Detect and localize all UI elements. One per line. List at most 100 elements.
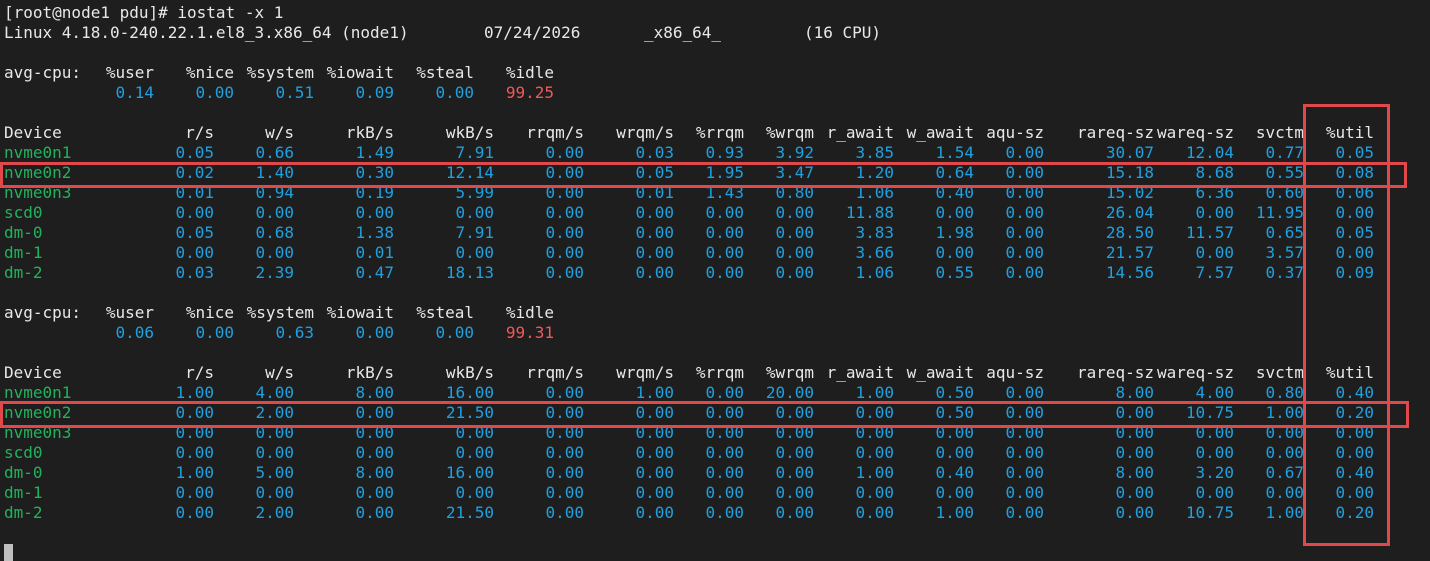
metric-value: 0.80 — [1265, 383, 1304, 402]
metric-value: 1.00 — [855, 463, 894, 482]
metric-value: 0.00 — [1005, 243, 1044, 262]
metric-value: 0.00 — [1005, 183, 1044, 202]
metric-value: 0.00 — [545, 443, 584, 462]
metric-value: 0.00 — [635, 443, 674, 462]
metric-value: 1.00 — [935, 503, 974, 522]
metric-value: 0.01 — [635, 183, 674, 202]
metric-value: 0.68 — [255, 223, 294, 242]
metric-value: 0.00 — [635, 463, 674, 482]
metric-value: 0.00 — [1195, 483, 1234, 502]
metric-value: 0.05 — [635, 163, 674, 182]
device-row: nvme0n2 0.00 2.00 0.00 21.50 0.00 0.00 0.00 0.00… — [4, 403, 1430, 423]
metric-value: 0.00 — [775, 483, 814, 502]
metric-value: 6.36 — [1195, 183, 1234, 202]
cpu-header-row: avg-cpu: %user %nice %system %iowait %steal %i… — [4, 63, 1430, 83]
metric-col-header: rkB/s — [345, 363, 394, 382]
cpu-nice-value: 0.00 — [195, 83, 234, 102]
metric-value: 11.95 — [1255, 203, 1304, 222]
metric-value: 0.00 — [635, 423, 674, 442]
metric-value: 18.13 — [445, 263, 494, 282]
cpu-steal-value: 0.00 — [435, 83, 474, 102]
metric-value: 7.57 — [1195, 263, 1234, 282]
metric-value: 0.00 — [1195, 243, 1234, 262]
cpu-col-header: %idle — [505, 303, 554, 322]
metric-value: 4.00 — [1195, 383, 1234, 402]
metric-col-header: wkB/s — [445, 363, 494, 382]
metric-col-header: w/s — [265, 363, 294, 382]
cpu-values-row: 0.06 0.00 0.63 0.00 0.00 99.31 — [4, 323, 1430, 343]
device-header-row: Device r/s w/s rkB/s wkB/s rrqm/s wrqm/s %rrqm%… — [4, 123, 1430, 143]
metric-value: 0.00 — [705, 423, 744, 442]
metric-col-header: r/s — [185, 123, 214, 142]
metric-value: 30.07 — [1105, 143, 1154, 162]
device-name: dm-1 — [4, 483, 43, 502]
metric-value: 0.40 — [1335, 383, 1374, 402]
metric-value: 0.40 — [1335, 463, 1374, 482]
metric-value: 0.00 — [775, 243, 814, 262]
metric-value: 0.00 — [1115, 503, 1154, 522]
metric-value: 0.05 — [175, 223, 214, 242]
metric-value: 3.57 — [1265, 243, 1304, 262]
metric-value: 0.00 — [1005, 503, 1044, 522]
metric-value: 3.66 — [855, 243, 894, 262]
metric-value: 8.00 — [1115, 383, 1154, 402]
cpu-user-value: 0.14 — [115, 83, 154, 102]
metric-value: 1.00 — [175, 383, 214, 402]
terminal[interactable]: [root@node1 pdu]# iostat -x 1 Linux 4.18… — [4, 3, 1430, 523]
device-col-header: Device — [4, 363, 62, 382]
metric-value: 0.00 — [935, 243, 974, 262]
metric-value: 0.00 — [1335, 423, 1374, 442]
metric-value: 0.06 — [1335, 183, 1374, 202]
metric-value: 0.00 — [855, 503, 894, 522]
metric-col-header: r_await — [826, 123, 894, 142]
metric-value: 0.00 — [355, 403, 394, 422]
metric-value: 3.20 — [1195, 463, 1234, 482]
metric-value: 0.00 — [1115, 443, 1154, 462]
device-row: dm-2 0.00 2.00 0.00 21.50 0.00 0.00 0.00 0.00 0.0… — [4, 503, 1430, 523]
metric-value: 0.30 — [355, 163, 394, 182]
metric-value: 12.14 — [445, 163, 494, 182]
metric-value: 0.00 — [935, 483, 974, 502]
metric-value: 4.00 — [255, 383, 294, 402]
avg-cpu-label: avg-cpu: — [4, 303, 82, 322]
metric-value: 0.00 — [545, 383, 584, 402]
metric-value: 3.85 — [855, 143, 894, 162]
metric-value: 0.00 — [1115, 403, 1154, 422]
metric-col-header: wareq-sz — [1156, 123, 1234, 142]
metric-value: 0.00 — [545, 183, 584, 202]
cpu-steal-value: 0.00 — [435, 323, 474, 342]
device-row: dm-0 1.00 5.00 8.00 16.00 0.00 0.00 0.00 0.00 1.0… — [4, 463, 1430, 483]
metric-value: 0.55 — [935, 263, 974, 282]
metric-value: 0.00 — [635, 403, 674, 422]
metric-value: 0.00 — [1115, 423, 1154, 442]
metric-value: 21.57 — [1105, 243, 1154, 262]
device-row: nvme0n3 0.00 0.00 0.00 0.00 0.00 0.00 0.00 0.00 0… — [4, 423, 1430, 443]
device-name: dm-2 — [4, 503, 43, 522]
metric-value: 0.00 — [775, 443, 814, 462]
metric-value: 5.99 — [455, 183, 494, 202]
metric-value: 0.00 — [705, 483, 744, 502]
metric-value: 1.06 — [855, 183, 894, 202]
metric-value: 7.91 — [455, 223, 494, 242]
metric-value: 0.00 — [455, 423, 494, 442]
metric-value: 0.00 — [775, 503, 814, 522]
metric-value: 0.00 — [775, 403, 814, 422]
metric-value: 0.47 — [355, 263, 394, 282]
device-row: dm-1 0.00 0.00 0.00 0.00 0.00 0.00 0.00 0.00 0.00… — [4, 483, 1430, 503]
metric-col-header: rrqm/s — [526, 363, 584, 382]
metric-value: 10.75 — [1185, 403, 1234, 422]
metric-col-header: w_await — [906, 363, 974, 382]
metric-value: 0.00 — [545, 263, 584, 282]
cpu-col-header: %steal — [416, 303, 474, 322]
system-info-line: Linux 4.18.0-240.22.1.el8_3.x86_64 (node… — [4, 23, 1430, 43]
metric-value: 1.20 — [855, 163, 894, 182]
metric-value: 0.00 — [545, 423, 584, 442]
metric-value: 0.03 — [175, 263, 214, 282]
metric-value: 0.00 — [1005, 143, 1044, 162]
metric-value: 0.20 — [1335, 403, 1374, 422]
cpu-user-value: 0.06 — [115, 323, 154, 342]
metric-value: 0.00 — [355, 423, 394, 442]
arch-info: _x86_64_ — [644, 23, 722, 42]
cpu-header-row: avg-cpu: %user %nice %system %iowait %steal %i… — [4, 303, 1430, 323]
metric-value: 10.75 — [1185, 503, 1234, 522]
